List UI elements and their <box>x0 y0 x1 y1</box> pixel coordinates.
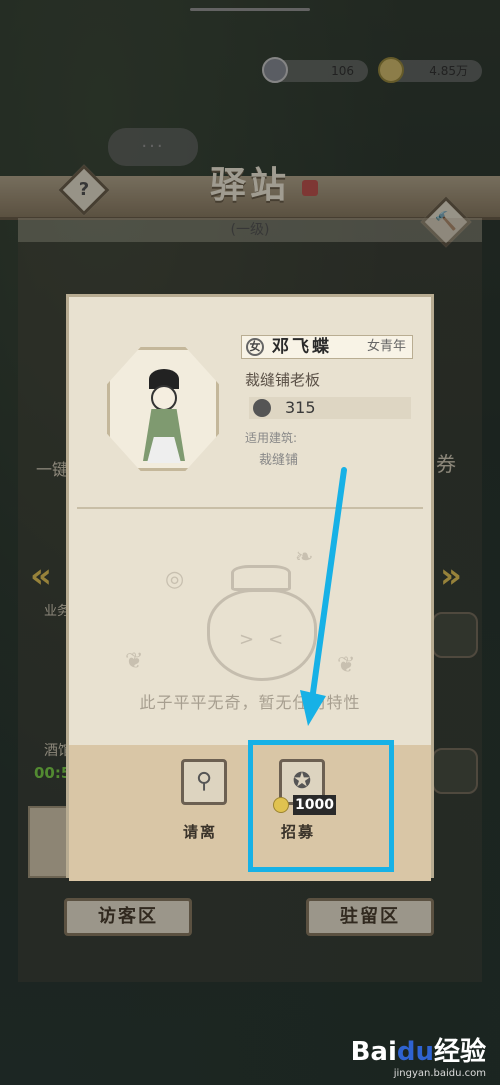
annotation-arrow-icon <box>300 467 347 726</box>
watermark-logo: Baidu经验 <box>350 1037 486 1067</box>
watermark: Baidu经验 jingyan.baidu.com <box>351 1031 486 1079</box>
watermark-url: jingyan.baidu.com <box>393 1068 486 1079</box>
